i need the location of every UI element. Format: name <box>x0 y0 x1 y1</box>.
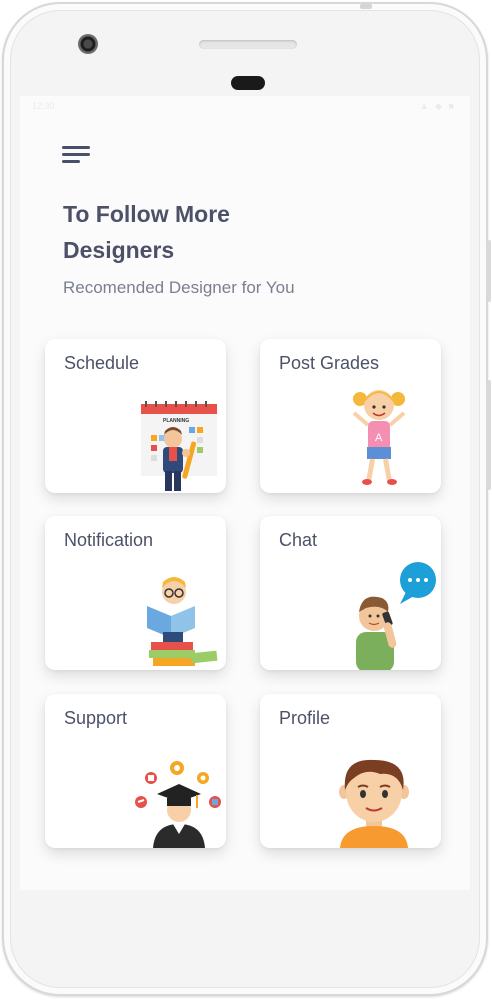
proximity-sensor <box>231 76 265 90</box>
graduate-with-ideas-icon <box>135 761 221 848</box>
volume-down-button <box>487 380 491 490</box>
student-reading-books-icon <box>147 577 218 666</box>
earpiece-speaker <box>199 40 297 49</box>
calendar-text: PLANNING <box>163 418 189 424</box>
hamburger-menu-icon[interactable] <box>62 144 92 166</box>
page-title: To Follow More Designers <box>63 201 230 263</box>
card-label: Profile <box>279 708 331 728</box>
card-profile[interactable]: Profile <box>260 694 441 848</box>
planning-calendar-icon: PLANNING <box>141 401 217 491</box>
volume-up-button <box>487 240 491 302</box>
status-time: 12:30 <box>32 101 55 111</box>
card-support[interactable]: Support <box>45 694 226 848</box>
app-screen: 12:30 ▲ ◆ ■ To Follow More Designers Rec… <box>20 96 470 890</box>
card-schedule[interactable]: Schedule PLANNING <box>45 339 226 493</box>
card-chat[interactable]: Chat <box>260 516 441 670</box>
card-label: Schedule <box>64 353 140 373</box>
card-label: Support <box>64 708 128 728</box>
happy-girl-icon: A <box>352 390 406 485</box>
status-bar: 12:30 ▲ ◆ ■ <box>20 96 470 118</box>
svg-text:A: A <box>375 432 383 444</box>
card-label: Notification <box>64 530 154 550</box>
card-label: Chat <box>279 530 318 550</box>
boy-avatar-icon <box>339 759 409 848</box>
card-notification[interactable]: Notification <box>45 516 226 670</box>
power-button <box>360 4 372 9</box>
status-icons: ▲ ◆ ■ <box>419 101 456 111</box>
card-post-grades[interactable]: Post Grades A <box>260 339 441 493</box>
card-label: Post Grades <box>279 353 380 373</box>
page-subtitle: Recomended Designer for You <box>63 278 295 297</box>
front-camera <box>78 34 98 54</box>
man-on-phone-chat-icon <box>356 562 436 670</box>
